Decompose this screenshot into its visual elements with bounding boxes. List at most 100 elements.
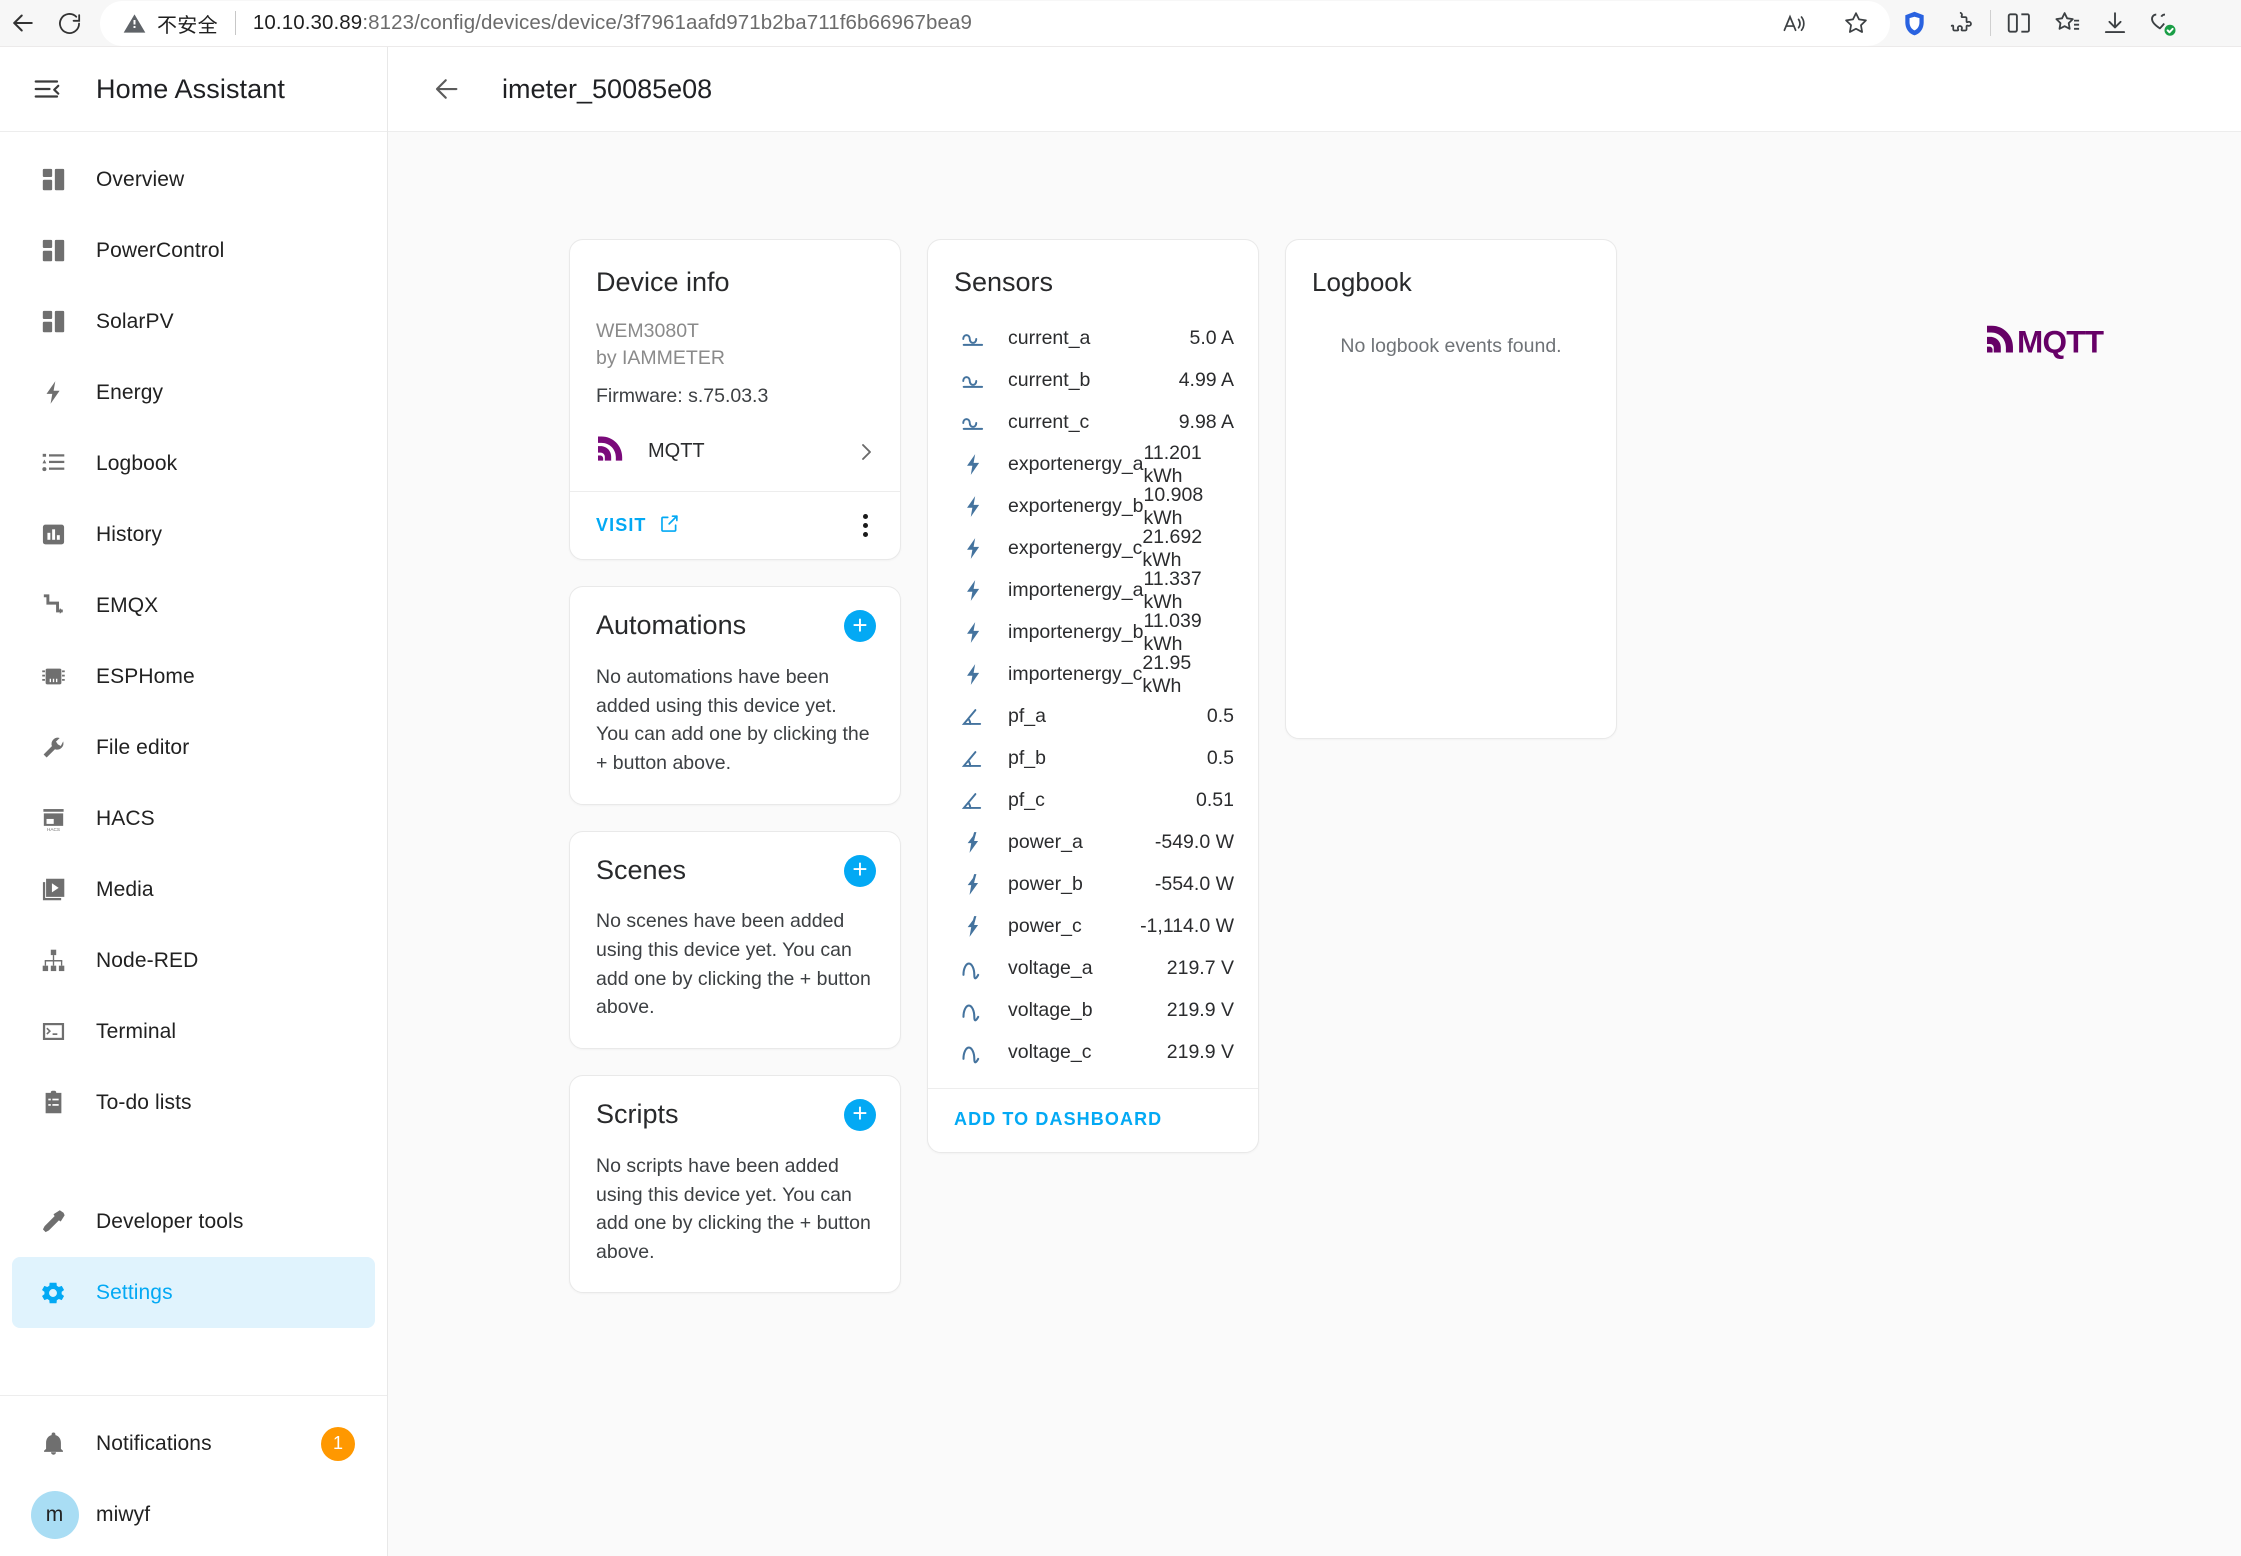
integration-row-mqtt[interactable]: MQTT (570, 408, 900, 491)
console-icon (26, 1005, 80, 1059)
sine-wave-icon (954, 956, 992, 982)
sensor-row[interactable]: voltage_a 219.7 V (928, 948, 1258, 990)
downloads-icon[interactable] (2091, 0, 2139, 46)
transit-connection-icon (26, 579, 80, 633)
sidebar-item-esphome[interactable]: ESPHome (12, 641, 375, 712)
sidebar-item-file-editor[interactable]: File editor (12, 712, 375, 783)
sitemap-icon (26, 934, 80, 988)
sidebar-item-settings[interactable]: Settings (12, 1257, 375, 1328)
sensor-value: -1,114.0 W (1140, 915, 1234, 938)
clipboard-list-icon (26, 1076, 80, 1130)
sensor-row[interactable]: power_b -554.0 W (928, 864, 1258, 906)
cards-column-right: Logbook No logbook events found. (1285, 239, 1617, 739)
sensor-value: 5.0 A (1189, 327, 1234, 350)
extensions-puzzle-icon[interactable] (1938, 0, 1986, 46)
add-automation-button[interactable]: + (844, 610, 876, 643)
sensor-row[interactable]: voltage_b 219.9 V (928, 990, 1258, 1032)
sidebar-item-hacs[interactable]: HACS HACS (12, 783, 375, 854)
sensor-row[interactable]: exportenergy_a 11.201 kWh (928, 442, 1258, 487)
gear-icon (26, 1266, 80, 1320)
sensor-row[interactable]: importenergy_c 21.95 kWh (928, 652, 1258, 697)
sine-wave-dc-icon (954, 326, 992, 352)
scenes-header: Scenes + (570, 832, 900, 888)
visit-button-label: VISIT (596, 515, 647, 536)
sensor-row[interactable]: importenergy_b 11.039 kWh (928, 610, 1258, 655)
sensors-card: Sensors current_a 5.0 Acurrent_b 4.99 Acur… (927, 239, 1259, 1153)
sensor-name: current_b (1008, 369, 1091, 392)
sensor-value: 219.9 V (1166, 1041, 1234, 1064)
dashboard-tiles-icon (26, 153, 80, 207)
add-script-button[interactable]: + (844, 1098, 876, 1131)
sidebar-item-media[interactable]: Media (12, 854, 375, 925)
sidebar-item-label: Logbook (96, 451, 178, 475)
logbook-title: Logbook (1312, 267, 1412, 297)
read-aloud-icon[interactable] (1770, 0, 1818, 46)
browser-back-button[interactable] (0, 0, 46, 46)
browser-essentials-icon[interactable] (2139, 0, 2187, 46)
sidebar-item-powercontrol[interactable]: PowerControl (12, 215, 375, 286)
lightning-bolt-icon (26, 366, 80, 420)
browser-reload-button[interactable] (46, 0, 92, 46)
avatar-initial: m (30, 1490, 79, 1539)
sidebar-item-developer-tools[interactable]: Developer tools (12, 1186, 375, 1257)
toolbar-divider (1990, 10, 1991, 36)
sensor-row[interactable]: power_a -549.0 W (928, 822, 1258, 864)
sidebar-item-emqx[interactable]: EMQX (12, 570, 375, 641)
scenes-card: Scenes + No scenes have been added using… (569, 830, 901, 1050)
not-secure-warning-icon (122, 11, 147, 36)
sidebar: Home Assistant Overview PowerControl Sol (0, 47, 388, 1556)
sensor-name: exportenergy_a (1008, 453, 1144, 476)
address-bar[interactable]: 不安全 10.10.30.89:8123/config/devices/devi… (100, 0, 1890, 46)
sensor-row[interactable]: pf_b 0.5 (928, 738, 1258, 780)
angle-acute-icon (954, 788, 992, 814)
sidebar-item-solarpv[interactable]: SolarPV (12, 286, 375, 357)
sine-wave-icon (954, 1040, 992, 1066)
sensor-value: 11.337 kWh (1143, 567, 1202, 613)
sidebar-item-notifications[interactable]: Notifications 1 (12, 1408, 375, 1479)
sensor-row[interactable]: importenergy_a 11.337 kWh (928, 567, 1258, 613)
collapse-menu-icon[interactable] (14, 56, 80, 122)
shield-extension-icon[interactable] (1890, 0, 1938, 46)
page-title: imeter_50085e08 (502, 73, 713, 104)
favorite-star-icon[interactable] (1832, 0, 1880, 46)
sidebar-item-logbook[interactable]: Logbook (12, 428, 375, 499)
scripts-body: No scripts have been added using this de… (570, 1132, 900, 1293)
sensor-row[interactable]: pf_a 0.5 (928, 696, 1258, 738)
logbook-empty-text: No logbook events found. (1340, 334, 1562, 357)
sensor-row[interactable]: power_c -1,114.0 W (928, 906, 1258, 948)
add-to-dashboard-button[interactable]: ADD TO DASHBOARD (954, 1109, 1162, 1129)
sensor-row[interactable]: pf_c 0.51 (928, 780, 1258, 822)
sensor-row[interactable]: exportenergy_c 21.692 kWh (928, 526, 1258, 571)
sensor-value: 0.5 (1206, 747, 1234, 770)
sensor-row[interactable]: current_c 9.98 A (928, 402, 1258, 444)
sidebar-item-energy[interactable]: Energy (12, 357, 375, 428)
device-manufacturer: by IAMMETER (596, 347, 725, 370)
lightning-bolt-icon (954, 452, 992, 477)
mqtt-brand-logo: MQTT (1984, 318, 2149, 363)
sensor-row[interactable]: voltage_c 219.9 V (928, 1032, 1258, 1074)
avatar: m (26, 1488, 80, 1542)
sidebar-item-to-do-lists[interactable]: To-do lists (12, 1067, 375, 1138)
visit-button[interactable]: VISIT (596, 513, 680, 539)
address-bar-divider (234, 11, 236, 35)
flash-icon (954, 872, 992, 897)
sensor-row[interactable]: current_a 5.0 A (928, 318, 1258, 360)
lightning-bolt-icon (954, 578, 992, 603)
sensor-name: voltage_a (1008, 957, 1093, 980)
sidebar-item-history[interactable]: History (12, 499, 375, 570)
sidebar-item-overview[interactable]: Overview (12, 144, 375, 215)
sidebar-item-user[interactable]: m miwyf (12, 1479, 375, 1550)
sensor-row[interactable]: exportenergy_b 10.908 kWh (928, 484, 1258, 529)
kebab-menu-icon[interactable] (855, 508, 876, 543)
sensor-row[interactable]: current_b 4.99 A (928, 360, 1258, 402)
chevron-right-icon (854, 440, 878, 464)
collections-icon[interactable] (2043, 0, 2091, 46)
split-screen-icon[interactable] (1995, 0, 2043, 46)
sidebar-item-terminal[interactable]: Terminal (12, 996, 375, 1067)
cards-column-middle: Sensors current_a 5.0 Acurrent_b 4.99 Acur… (927, 239, 1259, 1153)
sidebar-item-node-red[interactable]: Node-RED (12, 925, 375, 996)
page-back-button[interactable] (416, 58, 478, 120)
add-scene-button[interactable]: + (844, 854, 876, 887)
dashboard-tiles-icon (26, 295, 80, 349)
sine-wave-dc-icon (954, 410, 992, 436)
